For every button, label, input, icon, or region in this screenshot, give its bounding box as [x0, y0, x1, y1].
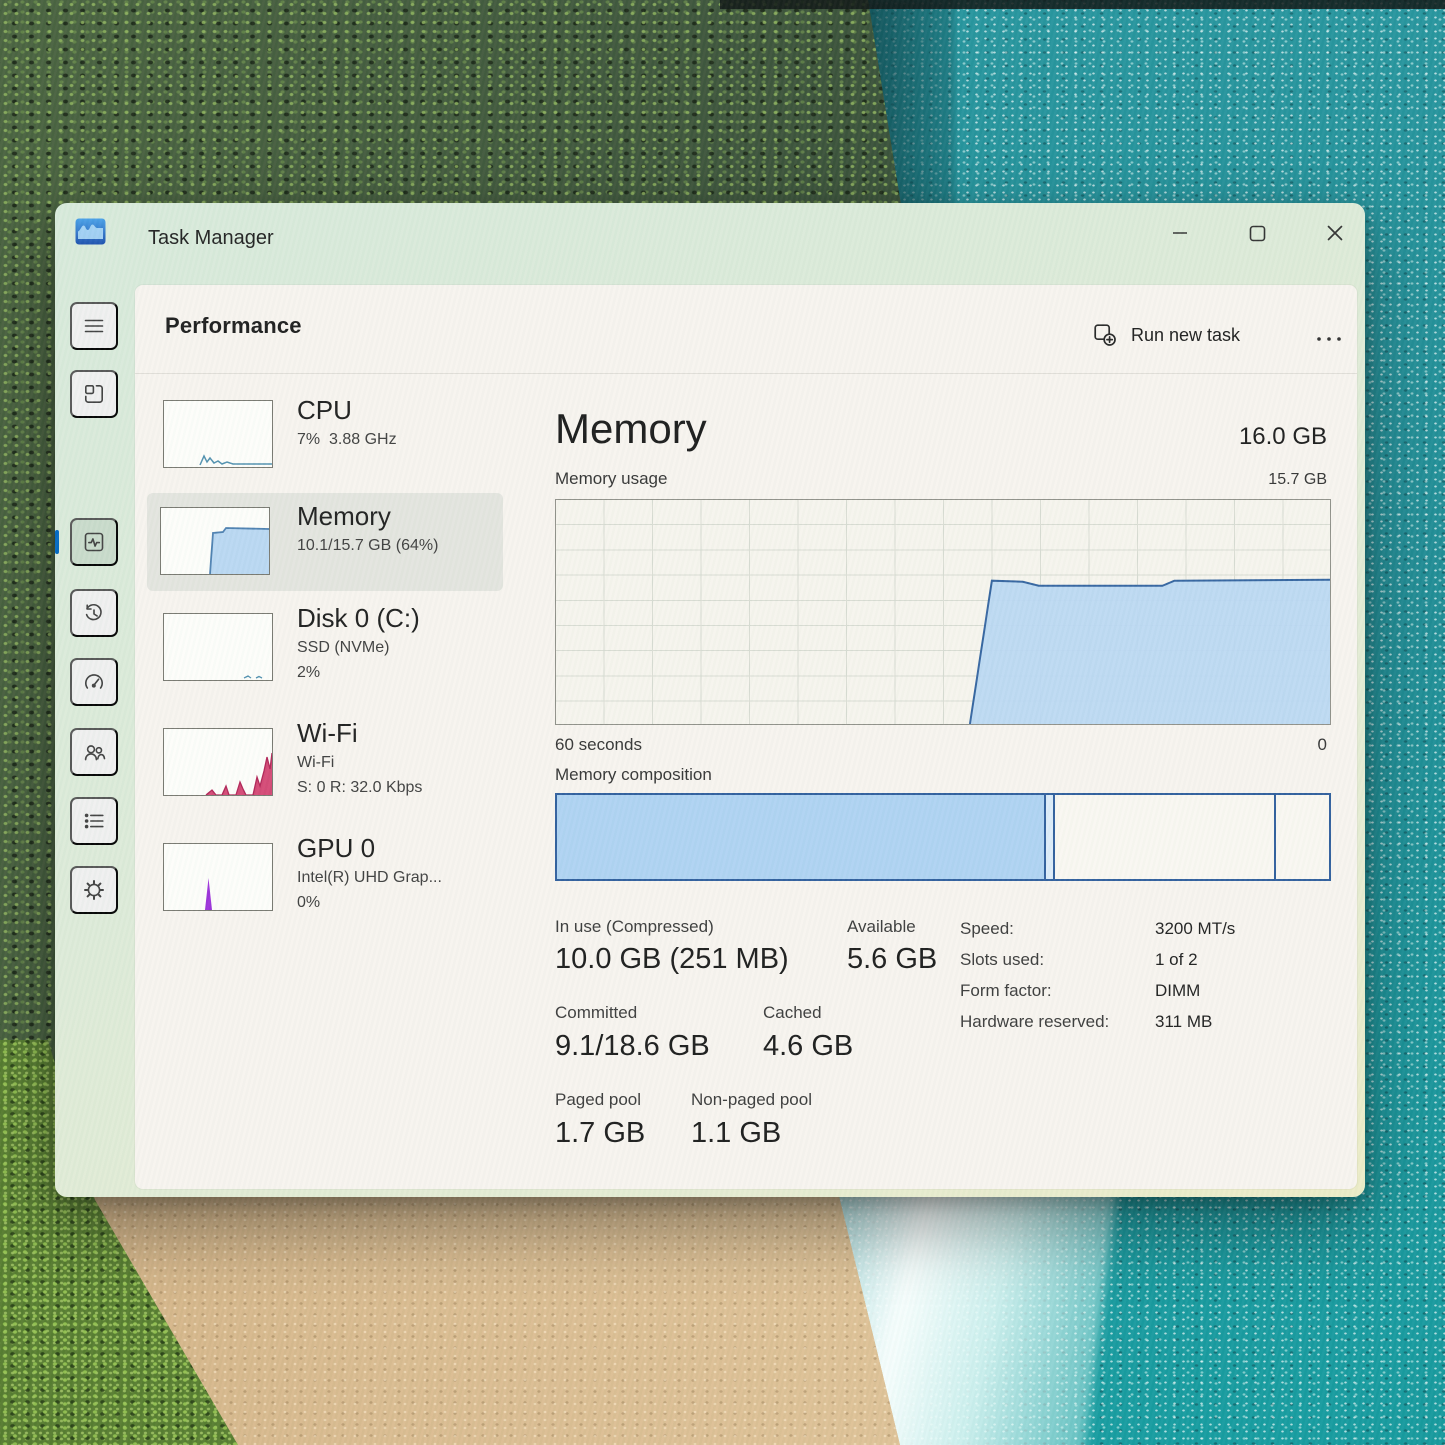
- photo-bezel-edge: [720, 0, 1445, 9]
- available-value: 5.6 GB: [847, 943, 937, 976]
- perf-item-subtitle2: S: 0 R: 32.0 Kbps: [297, 779, 422, 797]
- nonpaged-pool-value: 1.1 GB: [691, 1117, 781, 1150]
- hardware-reserved-label: Hardware reserved:: [960, 1012, 1109, 1032]
- paged-pool-label: Paged pool: [555, 1090, 641, 1110]
- perf-list-item-wifi[interactable]: Wi-Fi Wi-Fi S: 0 R: 32.0 Kbps: [147, 718, 503, 830]
- memory-usage-label: Memory usage: [555, 469, 667, 489]
- run-new-task-label: Run new task: [1131, 325, 1240, 346]
- perf-item-subtitle: Wi-Fi: [297, 754, 334, 772]
- memory-usage-chart[interactable]: [555, 499, 1331, 725]
- perf-item-subtitle: SSD (NVMe): [297, 639, 389, 657]
- composition-standby-segment: [1055, 795, 1277, 879]
- sidebar-item-performance[interactable]: [70, 518, 118, 566]
- task-manager-logo-icon: [75, 218, 106, 245]
- perf-item-subtitle2: 0%: [297, 894, 320, 912]
- memory-title: Memory: [555, 405, 707, 453]
- app-history-icon: [82, 601, 106, 625]
- disk-mini-chart: [163, 613, 273, 681]
- page-title: Performance: [165, 313, 302, 339]
- startup-apps-icon: [82, 670, 106, 694]
- cached-value: 4.6 GB: [763, 1030, 853, 1063]
- speed-label: Speed:: [960, 919, 1014, 939]
- committed-value: 9.1/18.6 GB: [555, 1030, 710, 1063]
- in-use-label: In use (Compressed): [555, 917, 714, 937]
- ellipsis-icon: [1316, 336, 1342, 342]
- memory-usage-area: [556, 500, 1330, 724]
- hamburger-menu-icon: [82, 314, 106, 338]
- wifi-mini-chart: [163, 728, 273, 796]
- sidebar-item-details[interactable]: [70, 797, 118, 845]
- perf-list-item-disk[interactable]: Disk 0 (C:) SSD (NVMe) 2%: [147, 603, 503, 715]
- perf-list-item-cpu[interactable]: CPU 7% 3.88 GHz: [147, 395, 503, 495]
- slots-used-value: 1 of 2: [1155, 950, 1198, 970]
- new-task-icon: [1093, 323, 1117, 347]
- cached-label: Cached: [763, 1003, 822, 1023]
- sidebar-item-app-history[interactable]: [70, 589, 118, 637]
- form-factor-label: Form factor:: [960, 981, 1052, 1001]
- composition-free-segment: [1276, 795, 1328, 879]
- cpu-mini-chart: [163, 400, 273, 468]
- memory-mini-chart: [160, 507, 270, 575]
- chart-time-end: 0: [1318, 735, 1327, 755]
- sidebar-item-users[interactable]: [70, 728, 118, 776]
- composition-modified-segment: [1046, 795, 1054, 879]
- maximize-icon: [1249, 225, 1266, 242]
- more-options-button[interactable]: [1307, 325, 1351, 353]
- details-icon: [82, 809, 106, 833]
- services-icon: [82, 878, 106, 902]
- perf-item-title: CPU: [297, 395, 352, 426]
- perf-item-subtitle2: 2%: [297, 664, 320, 682]
- memory-composition-label: Memory composition: [555, 765, 712, 785]
- perf-item-subtitle: 7% 3.88 GHz: [297, 431, 397, 449]
- perf-item-subtitle: 10.1/15.7 GB (64%): [297, 537, 438, 555]
- perf-item-title: Wi-Fi: [297, 718, 358, 749]
- perf-item-subtitle: Intel(R) UHD Grap...: [297, 869, 442, 887]
- sidebar-item-processes[interactable]: [70, 370, 118, 418]
- in-use-value: 10.0 GB (251 MB): [555, 943, 789, 976]
- window-title: Task Manager: [148, 227, 274, 250]
- composition-in-use-segment: [557, 795, 1046, 879]
- maximize-button[interactable]: [1233, 213, 1281, 253]
- sidebar-item-services[interactable]: [70, 866, 118, 914]
- gpu-mini-chart: [163, 843, 273, 911]
- nonpaged-pool-label: Non-paged pool: [691, 1090, 812, 1110]
- hardware-reserved-value: 311 MB: [1155, 1012, 1212, 1032]
- paged-pool-value: 1.7 GB: [555, 1117, 645, 1150]
- perf-item-title: Memory: [297, 501, 391, 532]
- memory-usage-scale-max: 15.7 GB: [1268, 471, 1327, 489]
- sidebar: [55, 283, 133, 1197]
- minimize-icon: [1172, 225, 1188, 241]
- memory-capacity: 16.0 GB: [1239, 423, 1327, 451]
- committed-label: Committed: [555, 1003, 637, 1023]
- form-factor-value: DIMM: [1155, 981, 1200, 1001]
- header-divider: [135, 373, 1357, 374]
- slots-used-label: Slots used:: [960, 950, 1044, 970]
- close-icon: [1327, 225, 1343, 241]
- performance-icon: [82, 530, 106, 554]
- sidebar-item-startup-apps[interactable]: [70, 658, 118, 706]
- processes-icon: [82, 382, 106, 406]
- task-manager-window: Task Manager: [55, 203, 1365, 1197]
- chart-time-span: 60 seconds: [555, 735, 642, 755]
- available-label: Available: [847, 917, 916, 937]
- close-button[interactable]: [1311, 213, 1359, 253]
- perf-list-item-memory[interactable]: Memory 10.1/15.7 GB (64%): [147, 493, 503, 591]
- speed-value: 3200 MT/s: [1155, 919, 1235, 939]
- titlebar[interactable]: Task Manager: [55, 203, 1365, 283]
- performance-panel: Performance Run new task: [135, 285, 1357, 1189]
- run-new-task-button[interactable]: Run new task: [1093, 323, 1240, 347]
- perf-list-item-gpu[interactable]: GPU 0 Intel(R) UHD Grap... 0%: [147, 833, 503, 945]
- memory-composition-bar[interactable]: [555, 793, 1331, 881]
- perf-item-title: Disk 0 (C:): [297, 603, 420, 634]
- desktop: Task Manager: [0, 0, 1445, 1445]
- sidebar-toggle-button[interactable]: [70, 302, 118, 350]
- selected-indicator: [55, 530, 59, 554]
- perf-item-title: GPU 0: [297, 833, 375, 864]
- users-icon: [82, 740, 106, 764]
- minimize-button[interactable]: [1156, 213, 1204, 253]
